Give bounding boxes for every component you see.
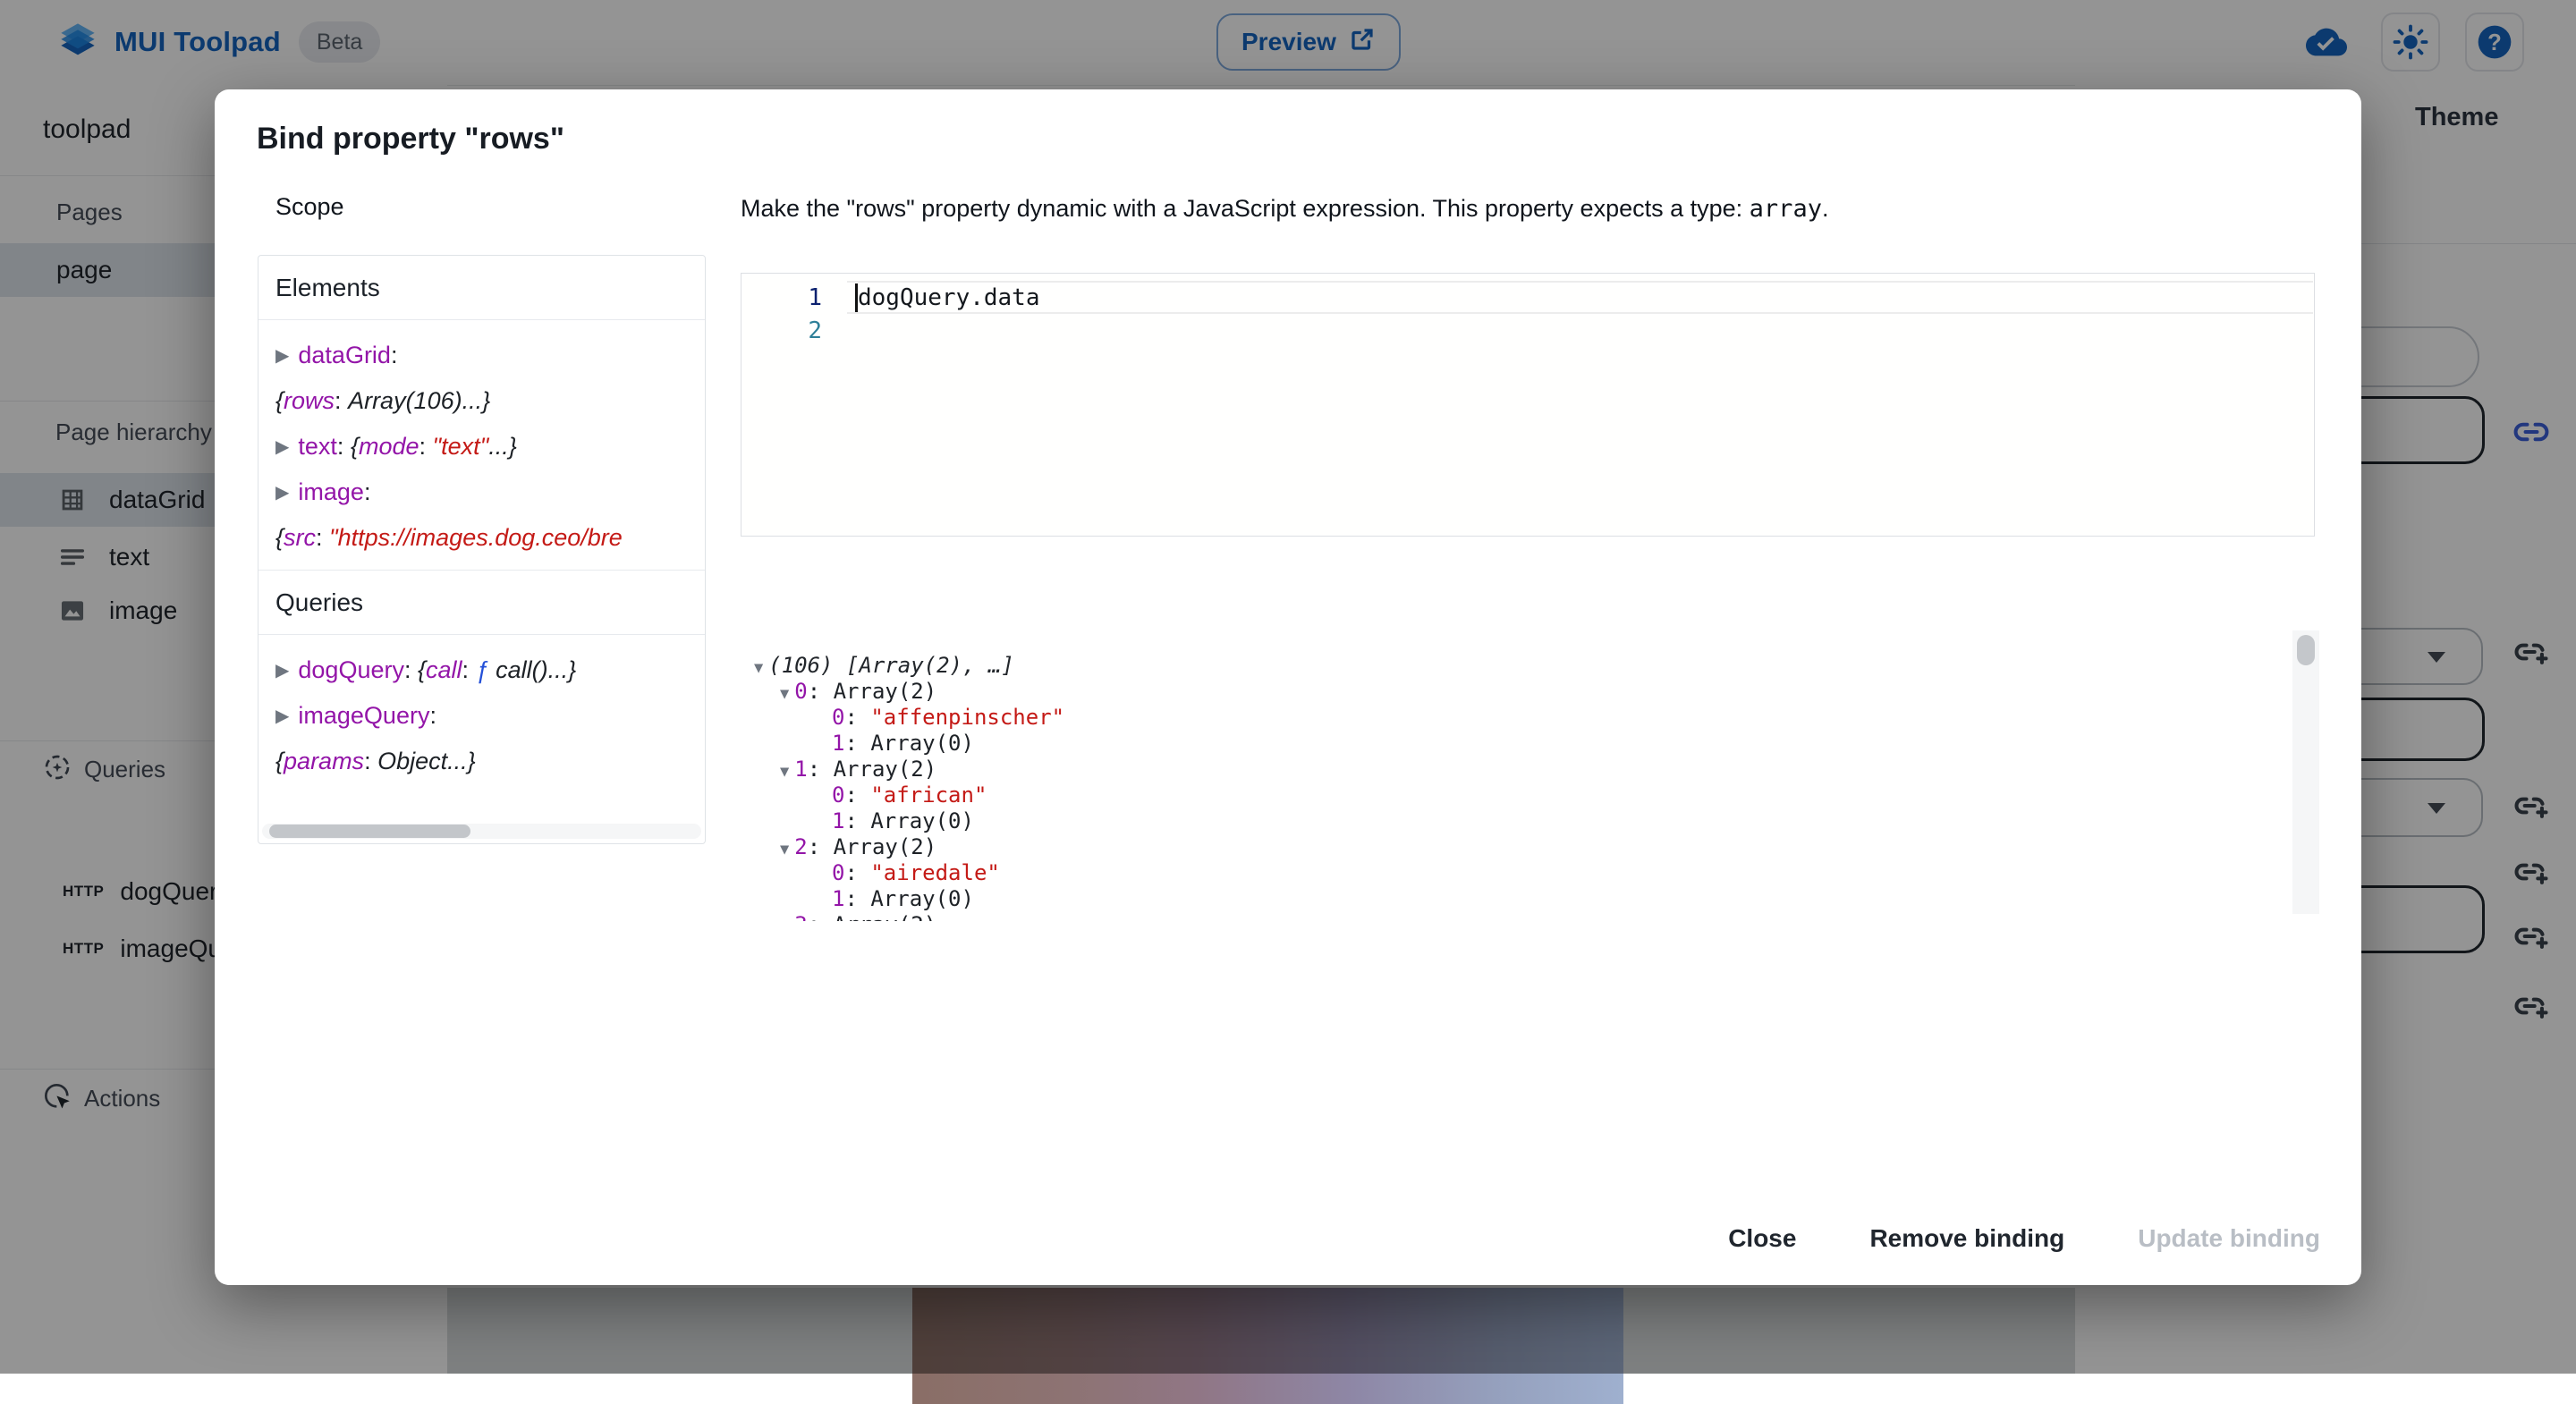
tree-collapsed-icon[interactable]: ▶ [275,344,289,367]
queries-header: Queries [258,571,705,635]
queries-tree: ▶dogQuery: {call: ƒ call()...} ▶imageQue… [258,635,705,793]
tree-collapsed-icon[interactable]: ▶ [275,705,289,727]
editor-code[interactable]: dogQuery.data [858,284,1040,311]
close-button[interactable]: Close [1719,1212,1805,1265]
result-row[interactable]: ▼0: Array(2) [741,679,2326,705]
remove-binding-button[interactable]: Remove binding [1860,1212,2073,1265]
scope-panel: Elements ▶dataGrid: {rows: Array(106)...… [258,255,706,844]
tree-expanded-icon[interactable]: ▼ [780,763,789,781]
tree-item-image-preview: {src: "https://images.dog.ceo/bre [275,515,688,561]
elements-tree: ▶dataGrid: {rows: Array(106)...} ▶text: … [258,320,705,570]
tree-collapsed-icon[interactable]: ▶ [275,659,289,681]
tree-expanded-icon[interactable]: ▼ [754,659,763,677]
result-row: 0: "affenpinscher" [741,705,2326,731]
scrollbar-thumb[interactable] [269,825,470,838]
js-expression-editor[interactable]: 1 2 dogQuery.data [741,273,2315,537]
tree-item-image[interactable]: ▶image: [275,469,688,515]
scope-label: Scope [275,193,344,221]
result-row: 0: "african" [741,782,2326,808]
tree-item-imagequery-preview: {params: Object...} [275,739,688,784]
tree-item-dogquery[interactable]: ▶dogQuery: {call: ƒ call()...} [275,647,688,693]
result-root-row[interactable]: ▼(106) [Array(2), …] [741,653,2326,679]
tree-collapsed-icon[interactable]: ▶ [275,436,289,458]
bind-property-dialog: Bind property "rows" Scope Elements ▶dat… [215,89,2361,1285]
scrollbar-thumb[interactable] [2297,635,2315,665]
elements-header: Elements [258,256,705,320]
result-row: 1: Array(0) [741,886,2326,912]
tree-item-text[interactable]: ▶text: {mode: "text"...} [275,424,688,469]
line-number-2: 2 [763,317,822,344]
editor-active-line [847,281,2313,314]
update-binding-button[interactable]: Update binding [2129,1212,2329,1265]
tree-expanded-icon[interactable]: ▼ [780,918,789,921]
tree-item-datagrid-preview: {rows: Array(106)...} [275,378,688,424]
tree-collapsed-icon[interactable]: ▶ [275,481,289,503]
result-row: 1: Array(0) [741,731,2326,757]
dialog-actions: Close Remove binding Update binding [1719,1212,2329,1265]
tree-item-datagrid[interactable]: ▶dataGrid: [275,333,688,378]
tree-expanded-icon[interactable]: ▼ [780,685,789,703]
expression-result-tree: ▼(106) [Array(2), …] ▼0: Array(2) 0: "af… [741,626,2326,921]
tree-item-imagequery[interactable]: ▶imageQuery: [275,693,688,739]
result-row: 1: Array(0) [741,808,2326,834]
result-row[interactable]: ▼2: Array(2) [741,834,2326,860]
dialog-description: Make the "rows" property dynamic with a … [741,195,2333,223]
horizontal-scrollbar[interactable] [262,824,701,839]
result-row: 0: "airedale" [741,860,2326,886]
vertical-scrollbar[interactable] [2292,630,2319,914]
result-row[interactable]: ▼3: Array(2) [741,912,2326,921]
line-number-1: 1 [763,284,822,311]
result-row[interactable]: ▼1: Array(2) [741,757,2326,782]
dialog-title: Bind property "rows" [257,122,564,156]
tree-expanded-icon[interactable]: ▼ [780,841,789,858]
